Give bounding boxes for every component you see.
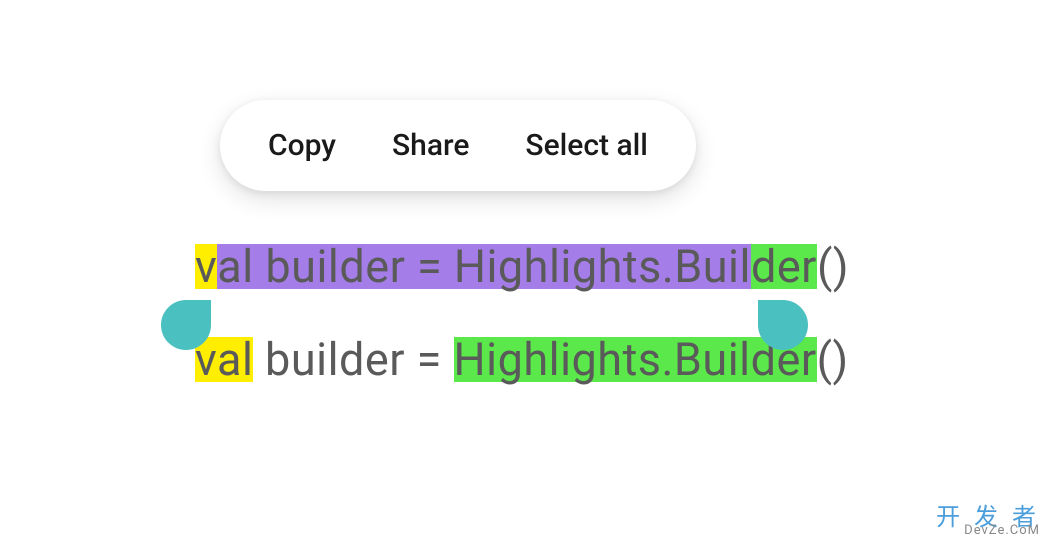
share-button[interactable]: Share [392, 128, 469, 163]
highlight-green: der [751, 244, 817, 289]
code-line-1[interactable]: val builder = Highlights.Builder() [195, 244, 849, 289]
highlight-purple-selection: al builder = Highlights.Buil [217, 244, 751, 289]
highlight-green: Highlights. [454, 337, 674, 382]
watermark-url: DevZe.CoM [964, 523, 1040, 538]
code-text: () [817, 333, 849, 386]
text-selection-menu: Copy Share Select all [220, 100, 696, 191]
code-display: val builder = Highlights.Builder() val b… [195, 244, 849, 382]
copy-button[interactable]: Copy [268, 128, 336, 163]
selection-handle-start[interactable] [161, 300, 211, 350]
selection-handle-end[interactable] [758, 300, 808, 350]
code-text: builder = [253, 333, 453, 386]
highlight-yellow: val [195, 337, 253, 382]
code-text: () [817, 240, 849, 293]
select-all-button[interactable]: Select all [525, 128, 648, 163]
code-line-2[interactable]: val builder = Highlights.Builder() [195, 337, 849, 382]
highlight-yellow: v [195, 244, 217, 289]
